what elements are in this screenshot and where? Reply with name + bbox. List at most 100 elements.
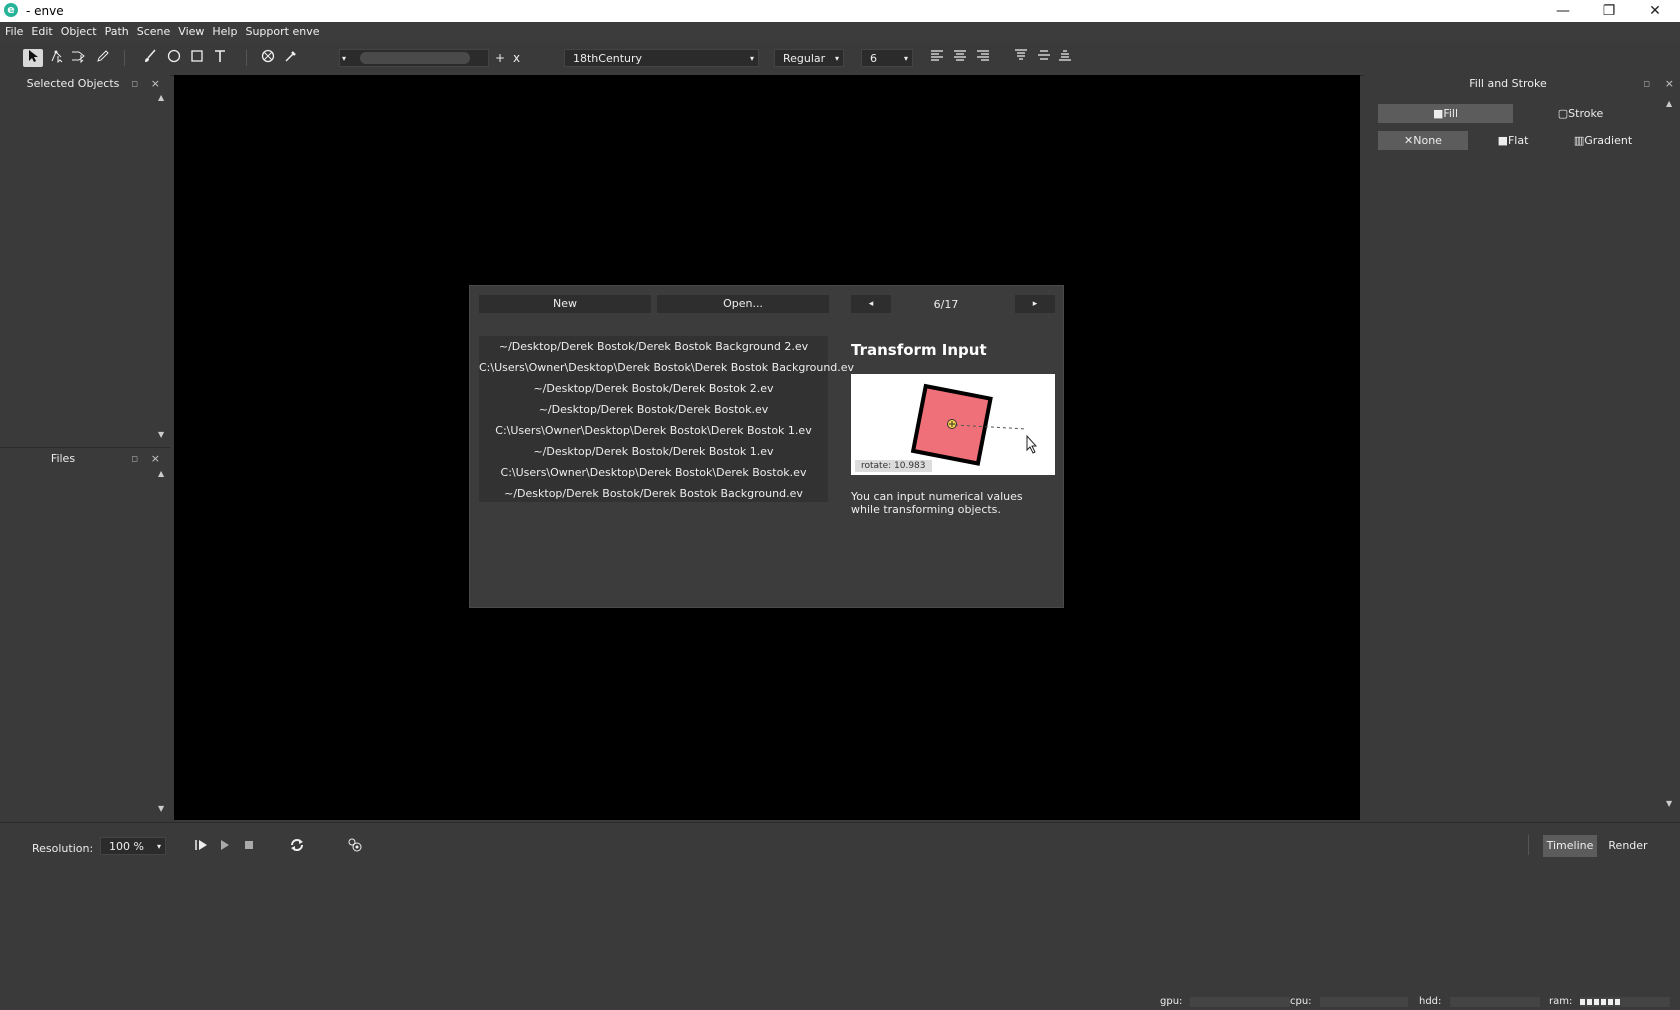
hdd-meter xyxy=(1450,997,1540,1007)
ram-label: ram: xyxy=(1549,996,1573,1007)
menu-scene[interactable]: Scene xyxy=(134,22,174,41)
tab-render[interactable]: Render xyxy=(1601,835,1655,857)
menu-help[interactable]: Help xyxy=(209,22,240,41)
align-right-icon[interactable] xyxy=(973,49,993,67)
menu-view[interactable]: View xyxy=(175,22,207,41)
align-vcenter-icon[interactable] xyxy=(1034,49,1054,67)
scroll-down-arrow[interactable]: ▼ xyxy=(158,804,164,813)
chevron-down-icon: ▾ xyxy=(834,54,839,63)
close-panel-icon[interactable]: × xyxy=(151,450,160,468)
left-dock: Selected Objects ◻ × ▲ ▼ Files ◻ × ▲ ▼ xyxy=(0,75,170,820)
font-family-select[interactable]: 18thCentury ▾ xyxy=(564,49,759,67)
scroll-up-arrow[interactable]: ▲ xyxy=(158,93,164,102)
bottom-panel: Resolution: 100 % ▾ Timeline Render xyxy=(0,822,1680,995)
font-size-select[interactable]: 6 ▾ xyxy=(861,49,913,67)
float-panel-icon[interactable]: ◻ xyxy=(131,450,138,468)
recent-file-item[interactable]: C:\Users\Owner\Desktop\Derek Bostok\Dere… xyxy=(479,357,854,378)
null-object-icon[interactable] xyxy=(258,49,278,67)
refresh-icon[interactable] xyxy=(289,837,305,856)
paint-flat-button[interactable]: ■Flat xyxy=(1468,131,1558,150)
node-select-icon[interactable] xyxy=(47,49,67,67)
title-bar: e - enve — ❐ ✕ xyxy=(0,0,1680,22)
scroll-down-arrow[interactable]: ▼ xyxy=(158,430,164,439)
recent-file-item[interactable]: ~/Desktop/Derek Bostok/Derek Bostok 1.ev xyxy=(479,441,828,462)
window-title: - enve xyxy=(26,4,64,18)
chevron-down-icon: ▾ xyxy=(156,842,161,851)
open-button[interactable]: Open... xyxy=(657,295,829,313)
recent-file-item[interactable]: C:\Users\Owner\Desktop\Derek Bostok\Dere… xyxy=(479,462,828,483)
recent-file-item[interactable]: ~/Desktop/Derek Bostok/Derek Bostok Back… xyxy=(479,483,828,504)
close-panel-icon[interactable]: × xyxy=(151,75,160,93)
cpu-meter xyxy=(1320,997,1408,1007)
name-field[interactable] xyxy=(360,52,470,64)
tab-fill[interactable]: ■Fill xyxy=(1378,104,1513,123)
text-tool-icon[interactable] xyxy=(210,49,230,67)
fill-stroke-panel: Fill and Stroke ◻ × ■Fill ▢Stroke ✕None … xyxy=(1364,75,1680,820)
resolution-select[interactable]: 100 % ▾ xyxy=(100,837,166,855)
remove-button[interactable]: x xyxy=(513,51,520,65)
menu-bar: File Edit Object Path Scene View Help Support e… xyxy=(0,22,1680,41)
new-button[interactable]: New xyxy=(479,295,651,313)
play-from-start-icon[interactable] xyxy=(194,838,210,855)
font-style-select[interactable]: Regular ▾ xyxy=(774,49,844,67)
scroll-up-arrow[interactable]: ▲ xyxy=(1666,99,1672,108)
menu-edit[interactable]: Edit xyxy=(28,22,55,41)
recent-file-item[interactable]: C:\Users\Owner\Desktop\Derek Bostok\Dere… xyxy=(479,420,828,441)
paint-none-label: None xyxy=(1413,134,1442,147)
scroll-down-arrow[interactable]: ▼ xyxy=(1666,799,1672,808)
align-left-icon[interactable] xyxy=(927,49,947,67)
ram-meter-fill xyxy=(1580,999,1622,1005)
font-family-value: 18thCentury xyxy=(573,52,643,65)
menu-file[interactable]: File xyxy=(2,22,26,41)
gpu-meter xyxy=(1190,997,1290,1007)
tip-caption: rotate: 10.983 xyxy=(855,460,932,472)
menu-path[interactable]: Path xyxy=(102,22,132,41)
recent-file-item[interactable]: ~/Desktop/Derek Bostok/Derek Bostok 2.ev xyxy=(479,378,828,399)
files-title: Files xyxy=(50,452,76,465)
tab-stroke[interactable]: ▢Stroke xyxy=(1513,104,1648,123)
pencil-icon[interactable] xyxy=(93,49,113,67)
color-picker-icon[interactable] xyxy=(281,49,301,67)
align-center-icon[interactable] xyxy=(950,49,970,67)
close-button[interactable]: ✕ xyxy=(1632,0,1678,22)
prev-tip-button[interactable]: ◂ xyxy=(851,295,891,313)
recent-file-item[interactable]: ~/Desktop/Derek Bostok/Derek Bostok.ev xyxy=(479,399,828,420)
float-panel-icon[interactable]: ◻ xyxy=(1643,75,1650,93)
panel-divider xyxy=(0,447,170,448)
align-top-icon[interactable] xyxy=(1011,49,1031,67)
circle-tool-icon[interactable] xyxy=(164,49,184,67)
tip-text: You can input numerical values while tra… xyxy=(851,490,1023,516)
path-point-icon[interactable] xyxy=(69,49,89,67)
rectangle-tool-icon[interactable] xyxy=(187,49,207,67)
font-size-value: 6 xyxy=(870,52,877,65)
chevron-down-icon: ▾ xyxy=(903,54,908,63)
recent-file-item[interactable]: ~/Desktop/Derek Bostok/Derek Bostok Back… xyxy=(479,336,828,357)
paint-flat-label: Flat xyxy=(1507,134,1529,147)
toolbar-separator xyxy=(124,50,125,66)
menu-object[interactable]: Object xyxy=(58,22,100,41)
play-icon[interactable] xyxy=(218,838,232,855)
selected-objects-header: Selected Objects ◻ × xyxy=(0,75,170,93)
bottom-separator xyxy=(1528,835,1529,855)
select-arrow-icon[interactable] xyxy=(23,49,43,67)
menu-support-enve[interactable]: Support enve xyxy=(242,22,322,41)
tab-timeline[interactable]: Timeline xyxy=(1543,835,1597,857)
fill-stroke-header: Fill and Stroke ◻ × xyxy=(1364,75,1680,93)
resolution-value: 100 % xyxy=(109,840,144,853)
paint-none-button[interactable]: ✕None xyxy=(1378,131,1468,150)
fill-stroke-title: Fill and Stroke xyxy=(1469,77,1547,90)
object-name-combo[interactable]: ▾ xyxy=(339,49,489,67)
add-button[interactable]: + xyxy=(495,51,505,65)
scroll-up-arrow[interactable]: ▲ xyxy=(158,469,164,478)
align-bottom-icon[interactable] xyxy=(1055,49,1075,67)
brush-icon[interactable] xyxy=(140,49,160,67)
paint-gradient-button[interactable]: ▥Gradient xyxy=(1558,131,1648,150)
close-panel-icon[interactable]: × xyxy=(1665,75,1674,93)
toolbar-separator xyxy=(246,50,247,66)
minimize-button[interactable]: — xyxy=(1540,0,1586,22)
settings-target-icon[interactable] xyxy=(347,837,363,856)
next-tip-button[interactable]: ▸ xyxy=(1015,295,1055,313)
maximize-button[interactable]: ❐ xyxy=(1586,0,1632,22)
float-panel-icon[interactable]: ◻ xyxy=(131,75,138,93)
stop-icon[interactable] xyxy=(242,838,256,855)
